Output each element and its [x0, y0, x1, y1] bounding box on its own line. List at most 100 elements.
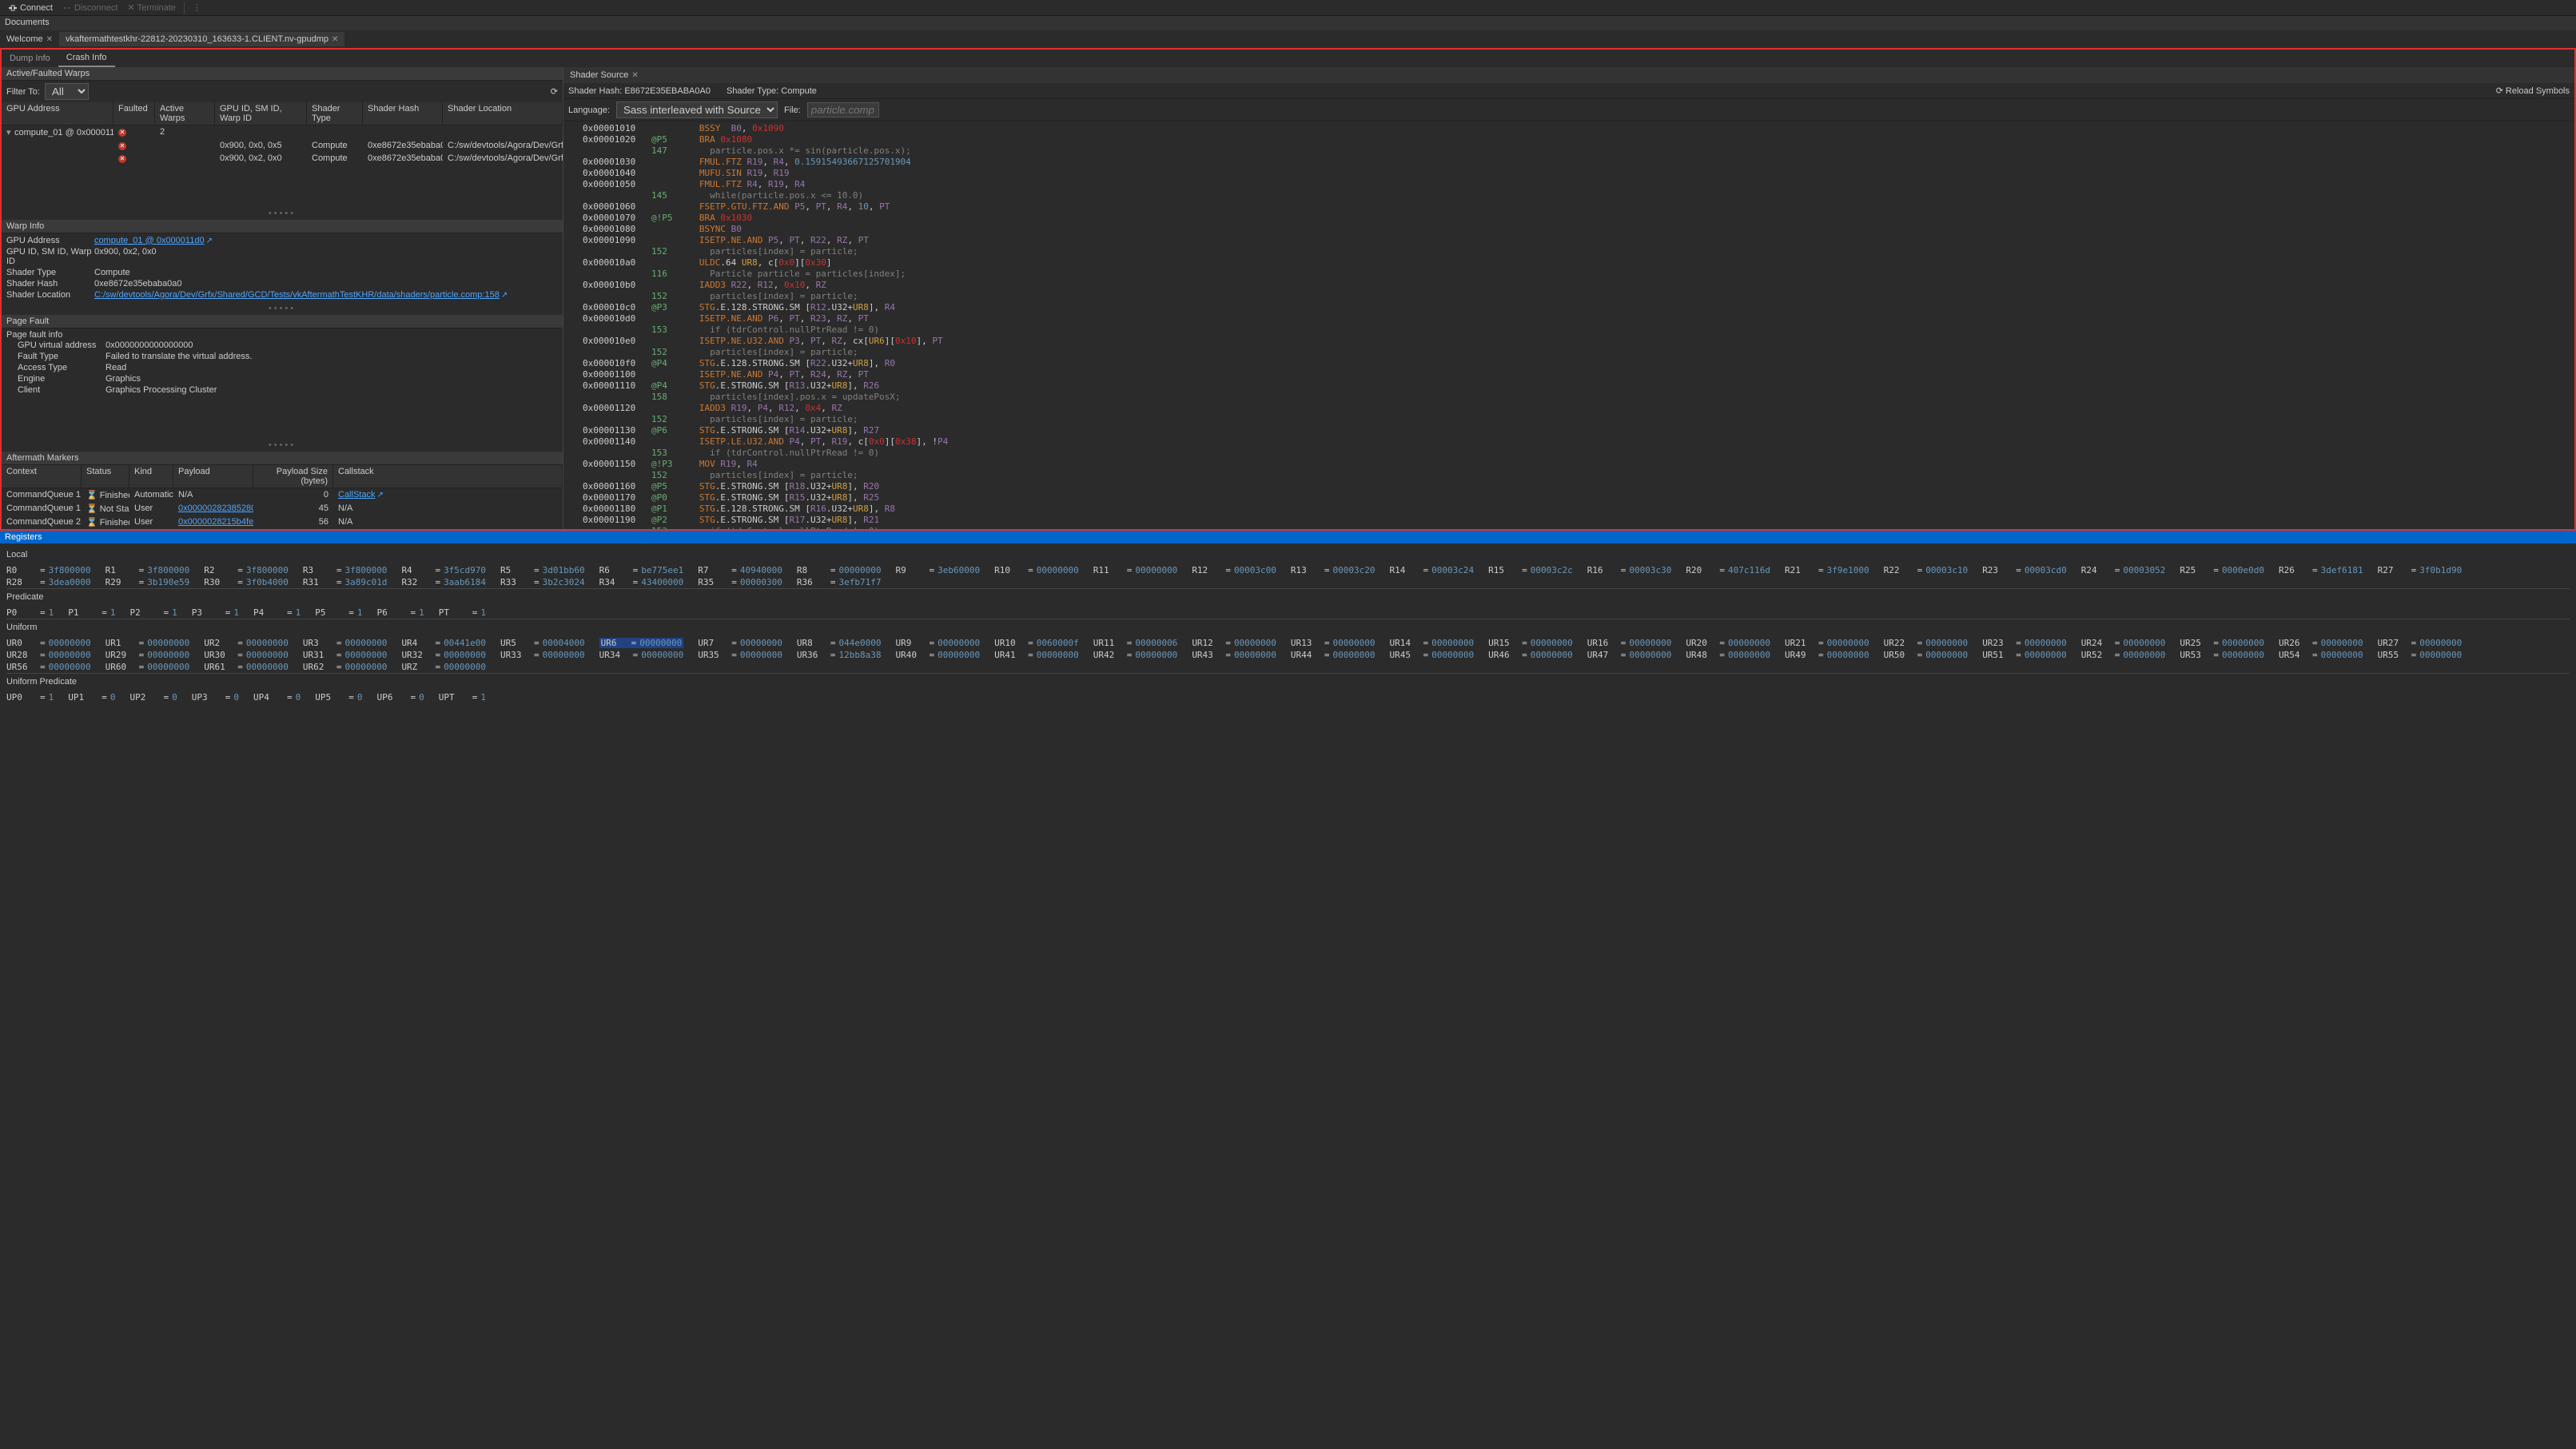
code-line[interactable]: 152 particles[index] = particle;	[563, 347, 2574, 358]
subtab-dump-info[interactable]: Dump Info	[2, 50, 58, 66]
menu-button[interactable]: ⋮	[188, 1, 206, 14]
table-row[interactable]: ✕ 0x900, 0x0, 0x5 Compute 0xe8672e35ebab…	[2, 139, 563, 152]
code-line[interactable]: 0x00001190@P2 STG.E.STRONG.SM [R17.U32+U…	[563, 515, 2574, 526]
close-icon[interactable]: ✕	[631, 71, 638, 80]
code-line[interactable]: 153 if (tdrControl.nullPtrRead != 0)	[563, 448, 2574, 459]
code-line[interactable]: 0x00001080 BSYNC B0	[563, 224, 2574, 235]
close-icon[interactable]: ✕	[332, 35, 338, 44]
code-line[interactable]: 158 particles[index].pos.x = updatePosX;	[563, 392, 2574, 403]
register-item: UR3=00000000	[303, 637, 388, 649]
register-item: R6=be775ee1	[599, 564, 684, 576]
register-item: UR56=00000000	[6, 661, 91, 673]
language-select[interactable]: Sass interleaved with Source	[616, 102, 778, 118]
code-line[interactable]: 0x00001120 IADD3 R19, P4, R12, 0x4, RZ	[563, 403, 2574, 414]
code-line[interactable]: 0x00001150@!P3 MOV R19, R4	[563, 459, 2574, 470]
code-line[interactable]: 116 Particle particle = particles[index]…	[563, 269, 2574, 280]
code-line[interactable]: 0x000010e0 ISETP.NE.U32.AND P3, PT, RZ, …	[563, 336, 2574, 347]
code-line[interactable]: 0x00001050 FMUL.FTZ R4, R19, R4	[563, 179, 2574, 190]
code-line[interactable]: 0x00001160@P5 STG.E.STRONG.SM [R18.U32+U…	[563, 481, 2574, 492]
tab-shader-source[interactable]: Shader Source ✕	[563, 68, 645, 82]
col-shader-location[interactable]: Shader Location	[443, 102, 563, 125]
register-item: UR27=00000000	[2378, 637, 2463, 649]
code-line[interactable]: 153 if (tdrControl.nullPtrRead != 0)	[563, 324, 2574, 336]
col-faulted[interactable]: Faulted	[113, 102, 155, 125]
terminate-button: ✕ Terminate	[122, 1, 181, 14]
code-line[interactable]: 0x00001070@!P5 BRA 0x1030	[563, 213, 2574, 224]
code-line[interactable]: 0x00001180@P1 STG.E.128.STRONG.SM [R16.U…	[563, 504, 2574, 515]
code-line[interactable]: 0x000010c0@P3 STG.E.128.STRONG.SM [R12.U…	[563, 302, 2574, 313]
left-pane: Active/Faulted Warps Filter To: All ⟳ GP…	[2, 67, 563, 529]
info-subtabs: Dump Info Crash Info	[2, 50, 2574, 67]
code-line[interactable]: 0x00001170@P0 STG.E.STRONG.SM [R15.U32+U…	[563, 492, 2574, 504]
table-row[interactable]: ✕ 0x900, 0x2, 0x0 Compute 0xe8672e35ebab…	[2, 152, 563, 165]
resize-handle[interactable]: •••••	[2, 302, 563, 315]
register-item: R11=00000000	[1093, 564, 1178, 576]
shader-info-row: Shader Hash: E8672E35EBABA0A0 Shader Typ…	[563, 83, 2574, 99]
documents-header: Documents	[0, 16, 2576, 30]
uniform-predicate-grid: UP0=1UP1=0UP2=0UP3=0UP4=0UP5=0UP6=0UPT=1	[6, 691, 2570, 703]
col-gpuid[interactable]: GPU ID, SM ID, Warp ID	[215, 102, 307, 125]
connect-button[interactable]: Connect	[3, 2, 58, 14]
code-line[interactable]: 0x00001040 MUFU.SIN R19, R19	[563, 168, 2574, 179]
filter-row: Filter To: All ⟳	[2, 81, 563, 102]
register-item: UP0=1	[6, 691, 54, 703]
code-line[interactable]: 152 particles[index] = particle;	[563, 470, 2574, 481]
register-item: R29=3b190e59	[106, 576, 190, 588]
code-line[interactable]: 0x00001110@P4 STG.E.STRONG.SM [R13.U32+U…	[563, 380, 2574, 392]
tab-dump[interactable]: vkaftermathtestkhr-22812-20230310_163633…	[59, 32, 344, 46]
col-shader-type[interactable]: Shader Type	[307, 102, 363, 125]
col-shader-hash[interactable]: Shader Hash	[363, 102, 443, 125]
file-input[interactable]	[807, 102, 879, 117]
code-line[interactable]: 0x00001020@P5 BRA 0x1080	[563, 134, 2574, 145]
code-line[interactable]: 153 if (tdrControl.nullPtrRead != 0)	[563, 526, 2574, 529]
tab-welcome[interactable]: Welcome ✕	[0, 32, 59, 46]
close-icon[interactable]: ✕	[46, 35, 53, 44]
code-line[interactable]: 0x00001030 FMUL.FTZ R19, R4, 0.159154936…	[563, 157, 2574, 168]
register-item: R1=3f800000	[106, 564, 190, 576]
subtab-crash-info[interactable]: Crash Info	[58, 50, 115, 67]
register-item: R22=00003c10	[1884, 564, 1969, 576]
register-item: UR49=00000000	[1785, 649, 1869, 661]
gpu-address-link[interactable]: compute_01 @ 0x000011d0	[94, 236, 205, 245]
shader-location-link[interactable]: C:/sw/devtools/Agora/Dev/Grfx/Shared/GCD…	[94, 290, 500, 300]
register-item: UR23=00000000	[1982, 637, 2067, 649]
tab-dump-label: vkaftermathtestkhr-22812-20230310_163633…	[66, 34, 328, 44]
table-row[interactable]: CommandQueue 1⌛ FinishedAutomaticN/A0Cal…	[2, 488, 563, 502]
col-gpu-address[interactable]: GPU Address	[2, 102, 113, 125]
code-line[interactable]: 0x00001130@P6 STG.E.STRONG.SM [R14.U32+U…	[563, 425, 2574, 436]
code-line[interactable]: 0x00001090 ISETP.NE.AND P5, PT, R22, RZ,…	[563, 235, 2574, 246]
code-line[interactable]: 0x00001100 ISETP.NE.AND P4, PT, R24, RZ,…	[563, 369, 2574, 380]
register-item: R25=0000e0d0	[2180, 564, 2264, 576]
register-item: R36=3efb71f7	[797, 576, 882, 588]
code-line[interactable]: 0x000010f0@P4 STG.E.128.STRONG.SM [R22.U…	[563, 358, 2574, 369]
register-item: UR7=00000000	[698, 637, 782, 649]
code-line[interactable]: 152 particles[index] = particle;	[563, 291, 2574, 302]
code-line[interactable]: 152 particles[index] = particle;	[563, 246, 2574, 257]
refresh-icon[interactable]: ⟳	[551, 86, 558, 97]
code-line[interactable]: 0x00001010 BSSY B0, 0x1090	[563, 123, 2574, 134]
code-line[interactable]: 0x000010d0 ISETP.NE.AND P6, PT, R23, RZ,…	[563, 313, 2574, 324]
resize-handle[interactable]: •••••	[2, 439, 563, 452]
code-line[interactable]: 145 while(particle.pos.x <= 10.0)	[563, 190, 2574, 201]
register-item: UR43=00000000	[1192, 649, 1276, 661]
warps-table-body: ▾compute_01 @ 0x000011d0 ✕ 2 ✕ 0x900, 0x…	[2, 125, 563, 165]
col-active-warps[interactable]: Active Warps	[155, 102, 215, 125]
code-line[interactable]: 0x000010b0 IADD3 R22, R12, 0x10, RZ	[563, 280, 2574, 291]
code-line[interactable]: 0x000010a0 ULDC.64 UR8, c[0x0][0x30]	[563, 257, 2574, 269]
code-line[interactable]: 0x00001060 FSETP.GTU.FTZ.AND P5, PT, R4,…	[563, 201, 2574, 213]
register-item: UR35=00000000	[698, 649, 782, 661]
table-row[interactable]: CommandQueue 2⌛ FinishedUser0x0000028215…	[2, 516, 563, 529]
filter-select[interactable]: All	[45, 83, 89, 100]
registers-panel: Local R0=3f800000R1=3f800000R2=3f800000R…	[0, 543, 2576, 707]
tree-toggle-icon[interactable]: ▾	[6, 127, 14, 137]
resize-handle[interactable]: •••••	[2, 207, 563, 220]
shader-code-area[interactable]: 0x00001010 BSSY B0, 0x10900x00001020@P5 …	[563, 121, 2574, 529]
code-line[interactable]: 152 particles[index] = particle;	[563, 414, 2574, 425]
table-row[interactable]: CommandQueue 1⏳ Not StartedUser0x0000028…	[2, 502, 563, 516]
code-line[interactable]: 0x00001140 ISETP.LE.U32.AND P4, PT, R19,…	[563, 436, 2574, 448]
code-line[interactable]: 147 particle.pos.x *= sin(particle.pos.x…	[563, 145, 2574, 157]
separator	[184, 2, 185, 14]
reload-symbols-button[interactable]: ⟳ Reload Symbols	[2496, 86, 2570, 96]
table-row[interactable]: ▾compute_01 @ 0x000011d0 ✕ 2	[2, 125, 563, 139]
register-item: UR25=00000000	[2180, 637, 2264, 649]
